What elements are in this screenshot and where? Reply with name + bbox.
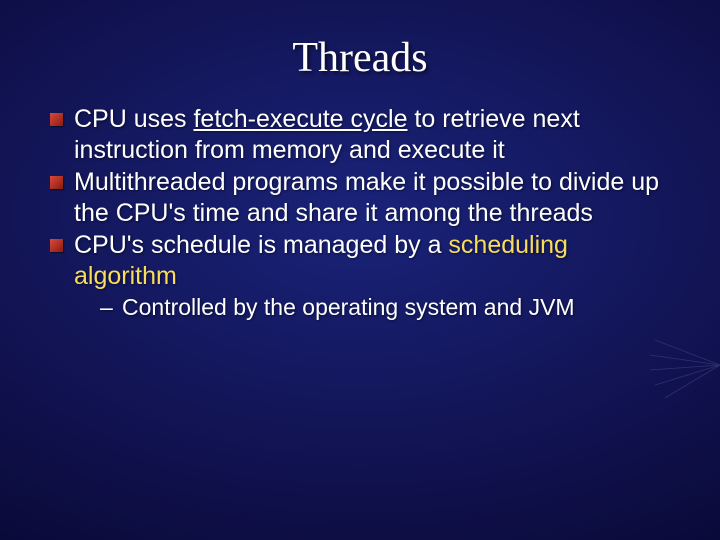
sub-bullet-text: Controlled by the operating system and J… — [122, 294, 575, 320]
bullet-text: Multithreaded programs make it possible … — [74, 168, 659, 227]
bullet-text-underline: fetch-execute cycle — [193, 105, 407, 133]
slide-body: CPU uses fetch-execute cycle to retrieve… — [0, 104, 720, 321]
slide-title: Threads — [0, 0, 720, 104]
slide: Threads CPU uses fetch-execute cycle to … — [0, 0, 720, 540]
bullet-item: CPU's schedule is managed by a schedulin… — [50, 230, 672, 321]
bullet-text-pre: CPU uses — [74, 105, 193, 133]
bullet-text-pre: CPU's schedule is managed by a — [74, 231, 448, 259]
bullet-list: CPU uses fetch-execute cycle to retrieve… — [50, 104, 672, 321]
bullet-item: CPU uses fetch-execute cycle to retrieve… — [50, 104, 672, 165]
decorative-rays-icon — [650, 330, 720, 400]
sub-bullet-item: Controlled by the operating system and J… — [100, 293, 672, 321]
sub-bullet-list: Controlled by the operating system and J… — [100, 293, 672, 321]
bullet-item: Multithreaded programs make it possible … — [50, 167, 672, 228]
